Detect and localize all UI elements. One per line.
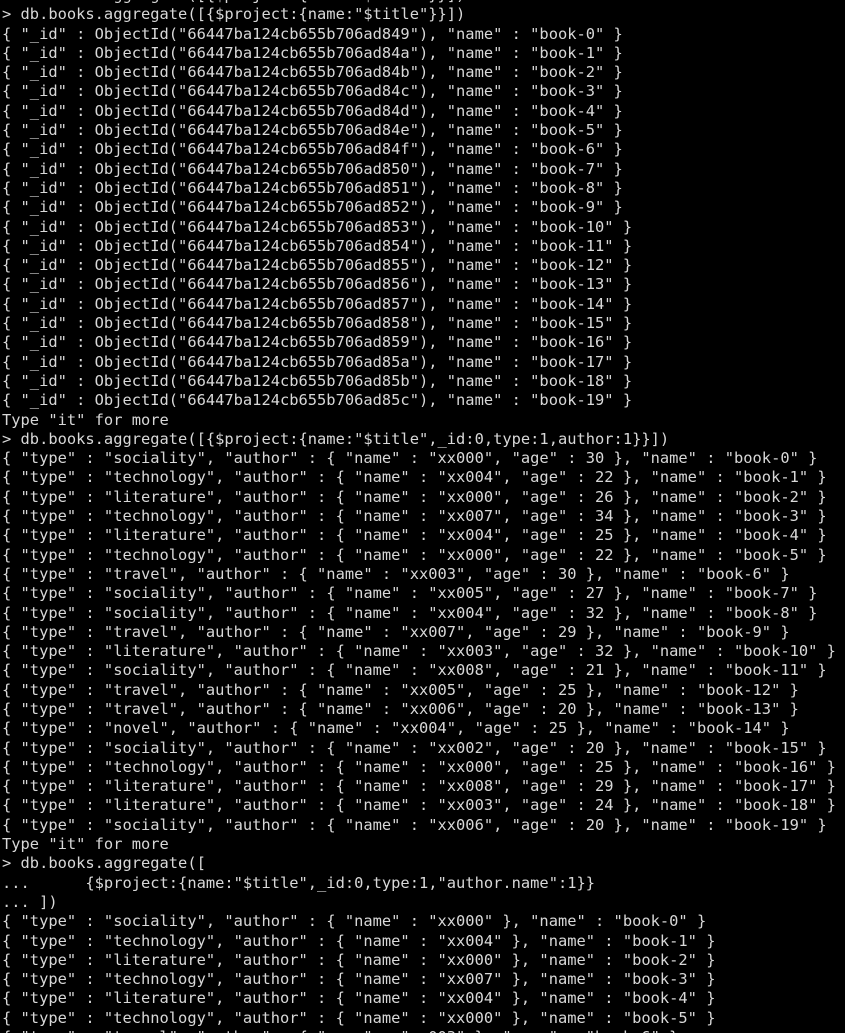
terminal-output-line: { "type" : "literature", "author" : { "n… (2, 796, 836, 815)
terminal-output-line: { "_id" : ObjectId("66447ba124cb655b706a… (2, 140, 623, 159)
terminal-output-line: { "type" : "literature", "author" : { "n… (2, 642, 836, 661)
terminal-output-line: { "type" : "sociality", "author" : { "na… (2, 449, 818, 468)
terminal-output-line: { "type" : "travel", "author" : { "name"… (2, 622, 790, 641)
terminal-output-line: { "type" : "technology", "author" : { "n… (2, 970, 716, 989)
terminal-command-line: > db.books.aggregate([{$project:{name:"$… (2, 5, 466, 24)
terminal-output-line: { "type" : "literature", "author" : { "n… (2, 487, 827, 506)
terminal-more-notice: Type "it" for more (2, 835, 169, 854)
terminal-window[interactable]: > db.books.aggregate([{$project:{name:"$… (0, 0, 845, 1033)
terminal-output-line: { "type" : "literature", "author" : { "n… (2, 989, 716, 1008)
terminal-output-line: { "type" : "sociality", "author" : { "na… (2, 738, 827, 757)
terminal-output-line: { "type" : "sociality", "author" : { "na… (2, 584, 818, 603)
terminal-output-line: { "type" : "travel", "author" : { "name"… (2, 1028, 836, 1033)
terminal-output-line: { "type" : "literature", "author" : { "n… (2, 526, 827, 545)
terminal-output-line: { "_id" : ObjectId("66447ba124cb655b706a… (2, 101, 623, 120)
terminal-output-line: { "type" : "technology", "author" : { "n… (2, 545, 827, 564)
terminal-output-line: { "_id" : ObjectId("66447ba124cb655b706a… (2, 352, 633, 371)
terminal-output-line: { "_id" : ObjectId("66447ba124cb655b706a… (2, 82, 623, 101)
terminal-output-line: { "type" : "literature", "author" : { "n… (2, 777, 836, 796)
terminal-output-line: { "type" : "technology", "author" : { "n… (2, 757, 836, 776)
terminal-command-line: > db.books.aggregate([ (2, 854, 206, 873)
terminal-continuation-line: ... {$project:{name:"$title",_id:0,type:… (2, 873, 596, 892)
terminal-output-line: { "type" : "sociality", "author" : { "na… (2, 661, 827, 680)
terminal-output-line: { "type" : "sociality", "author" : { "na… (2, 912, 707, 931)
terminal-output-line: { "_id" : ObjectId("66447ba124cb655b706a… (2, 256, 633, 275)
terminal-continuation-line: ... ]) (2, 892, 58, 911)
terminal-output-line: { "_id" : ObjectId("66447ba124cb655b706a… (2, 159, 623, 178)
terminal-output-line: { "_id" : ObjectId("66447ba124cb655b706a… (2, 333, 633, 352)
terminal-output-line: { "type" : "travel", "author" : { "name"… (2, 680, 799, 699)
terminal-output-line: { "_id" : ObjectId("66447ba124cb655b706a… (2, 121, 623, 140)
terminal-output-line: { "_id" : ObjectId("66447ba124cb655b706a… (2, 178, 623, 197)
terminal-output-line: { "type" : "travel", "author" : { "name"… (2, 564, 790, 583)
terminal-output-line: { "type" : "technology", "author" : { "n… (2, 468, 827, 487)
terminal-output-line: { "_id" : ObjectId("66447ba124cb655b706a… (2, 236, 633, 255)
terminal-output-line: { "_id" : ObjectId("66447ba124cb655b706a… (2, 275, 633, 294)
terminal-output-line: { "type" : "sociality", "author" : { "na… (2, 603, 818, 622)
terminal-output-line: { "type" : "technology", "author" : { "n… (2, 931, 716, 950)
terminal-output-line: { "_id" : ObjectId("66447ba124cb655b706a… (2, 43, 623, 62)
terminal-command-line: > db.books.aggregate([{$project:{name:"$… (2, 429, 670, 448)
terminal-output-line: { "type" : "travel", "author" : { "name"… (2, 699, 799, 718)
terminal-output-line: { "type" : "literature", "author" : { "n… (2, 950, 716, 969)
terminal-output-line: { "_id" : ObjectId("66447ba124cb655b706a… (2, 217, 633, 236)
terminal-screen[interactable]: > db.books.aggregate([{$project:{name:"$… (2, 0, 836, 1033)
terminal-output-line: { "_id" : ObjectId("66447ba124cb655b706a… (2, 391, 633, 410)
terminal-output-line: { "_id" : ObjectId("66447ba124cb655b706a… (2, 24, 623, 43)
terminal-output-line: { "type" : "sociality", "author" : { "na… (2, 815, 827, 834)
terminal-output-line: { "_id" : ObjectId("66447ba124cb655b706a… (2, 371, 633, 390)
terminal-output-line: { "type" : "technology", "author" : { "n… (2, 507, 827, 526)
terminal-output-line: { "_id" : ObjectId("66447ba124cb655b706a… (2, 198, 623, 217)
terminal-output-line: { "_id" : ObjectId("66447ba124cb655b706a… (2, 314, 633, 333)
terminal-output-line: { "type" : "technology", "author" : { "n… (2, 1008, 716, 1027)
terminal-more-notice: Type "it" for more (2, 410, 169, 429)
terminal-output-line: { "_id" : ObjectId("66447ba124cb655b706a… (2, 63, 623, 82)
terminal-output-line: { "type" : "novel", "author" : { "name" … (2, 719, 790, 738)
terminal-output-line: { "_id" : ObjectId("66447ba124cb655b706a… (2, 294, 633, 313)
